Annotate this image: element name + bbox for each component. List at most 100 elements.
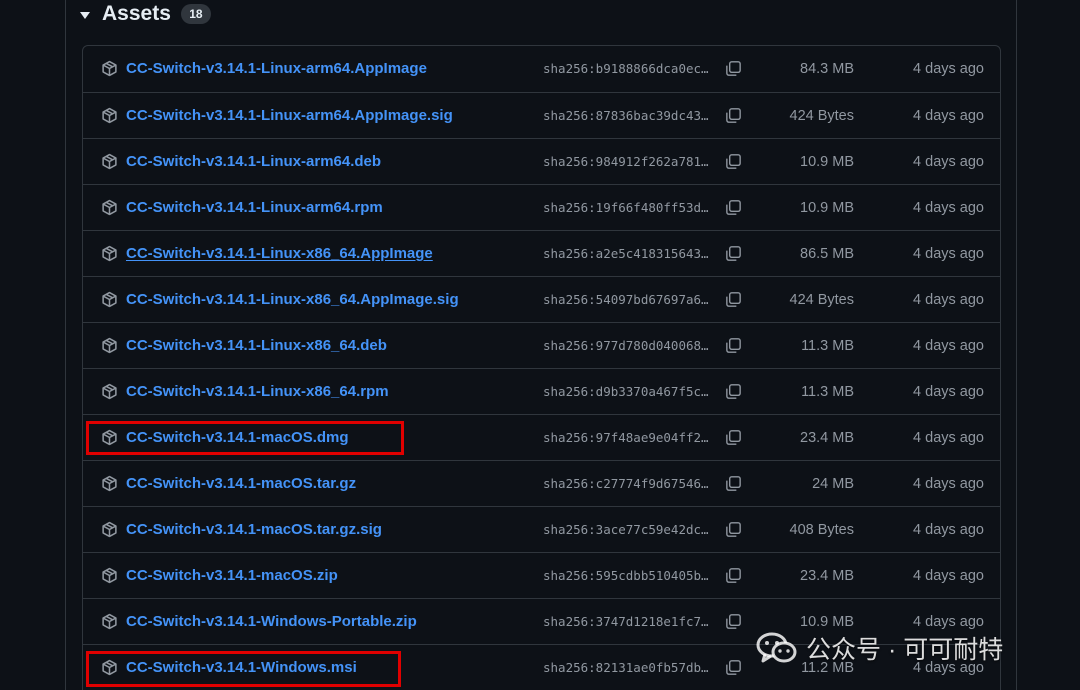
asset-date: 4 days ago <box>913 430 984 446</box>
asset-size: 24 MB <box>812 476 854 492</box>
asset-date: 4 days ago <box>913 338 984 354</box>
asset-date: 4 days ago <box>913 476 984 492</box>
copy-icon[interactable] <box>724 474 743 493</box>
github-release-assets-page: Assets 18 CC-Switch-v3.14.1-Linux-arm64.… <box>0 0 1080 690</box>
copy-icon[interactable] <box>724 658 743 677</box>
asset-sha256: sha256:977d780d040068… <box>543 338 709 353</box>
package-icon <box>101 60 118 77</box>
asset-download-link[interactable]: CC-Switch-v3.14.1-Linux-arm64.AppImage <box>126 59 427 79</box>
asset-sha256: sha256:82131ae0fb57db… <box>543 660 709 675</box>
asset-download-link[interactable]: CC-Switch-v3.14.1-macOS.dmg <box>126 428 349 448</box>
asset-download-link[interactable]: CC-Switch-v3.14.1-Linux-arm64.deb <box>126 152 381 172</box>
asset-download-link[interactable]: CC-Switch-v3.14.1-Linux-x86_64.rpm <box>126 382 389 402</box>
package-icon <box>101 291 118 308</box>
asset-download-link[interactable]: CC-Switch-v3.14.1-Windows.msi <box>126 658 357 678</box>
asset-download-link[interactable]: CC-Switch-v3.14.1-Linux-arm64.rpm <box>126 198 383 218</box>
copy-icon[interactable] <box>724 428 743 447</box>
asset-sha256: sha256:595cdbb510405b… <box>543 568 709 583</box>
asset-row: CC-Switch-v3.14.1-Linux-x86_64.AppImage … <box>83 230 1000 276</box>
copy-icon[interactable] <box>724 520 743 539</box>
asset-row: CC-Switch-v3.14.1-Linux-arm64.AppImage.s… <box>83 92 1000 138</box>
assets-header[interactable]: Assets 18 <box>80 0 211 28</box>
asset-sha256: sha256:3747d1218e1fc7… <box>543 614 709 629</box>
asset-download-link[interactable]: CC-Switch-v3.14.1-Linux-x86_64.deb <box>126 336 387 356</box>
copy-icon[interactable] <box>724 290 743 309</box>
copy-icon[interactable] <box>724 59 743 78</box>
asset-sha256: sha256:984912f262a781… <box>543 154 709 169</box>
wechat-icon <box>756 632 797 663</box>
asset-size: 11.3 MB <box>801 384 854 400</box>
copy-icon[interactable] <box>724 336 743 355</box>
package-icon <box>101 199 118 216</box>
asset-row: CC-Switch-v3.14.1-macOS.tar.gz sha256:c2… <box>83 460 1000 506</box>
asset-row: CC-Switch-v3.14.1-macOS.dmg sha256:97f48… <box>83 414 1000 460</box>
asset-date: 4 days ago <box>913 108 984 124</box>
copy-icon[interactable] <box>724 382 743 401</box>
asset-row: CC-Switch-v3.14.1-Linux-arm64.rpm sha256… <box>83 184 1000 230</box>
asset-date: 4 days ago <box>913 61 984 77</box>
package-icon <box>101 521 118 538</box>
copy-icon[interactable] <box>724 244 743 263</box>
asset-date: 4 days ago <box>913 522 984 538</box>
copy-icon[interactable] <box>724 612 743 631</box>
package-icon <box>101 659 118 676</box>
asset-download-link[interactable]: CC-Switch-v3.14.1-macOS.zip <box>126 566 338 586</box>
asset-row: CC-Switch-v3.14.1-Linux-x86_64.deb sha25… <box>83 322 1000 368</box>
asset-size: 23.4 MB <box>800 568 854 584</box>
asset-size: 11.3 MB <box>801 338 854 354</box>
asset-sha256: sha256:3ace77c59e42dc… <box>543 522 709 537</box>
package-icon <box>101 383 118 400</box>
chevron-down-icon[interactable] <box>80 11 90 19</box>
asset-download-link[interactable]: CC-Switch-v3.14.1-macOS.tar.gz.sig <box>126 520 382 540</box>
asset-download-link[interactable]: CC-Switch-v3.14.1-Windows-Portable.zip <box>126 612 417 632</box>
asset-date: 4 days ago <box>913 246 984 262</box>
package-icon <box>101 475 118 492</box>
asset-sha256: sha256:a2e5c418315643… <box>543 246 709 261</box>
asset-row: CC-Switch-v3.14.1-Linux-x86_64.AppImage.… <box>83 276 1000 322</box>
asset-sha256: sha256:d9b3370a467f5c… <box>543 384 709 399</box>
asset-download-link[interactable]: CC-Switch-v3.14.1-Linux-arm64.AppImage.s… <box>126 106 453 126</box>
asset-row: CC-Switch-v3.14.1-Linux-arm64.AppImage s… <box>83 46 1000 92</box>
asset-date: 4 days ago <box>913 384 984 400</box>
package-icon <box>101 107 118 124</box>
asset-date: 4 days ago <box>913 200 984 216</box>
asset-download-link[interactable]: CC-Switch-v3.14.1-Linux-x86_64.AppImage.… <box>126 290 459 310</box>
copy-icon[interactable] <box>724 106 743 125</box>
asset-date: 4 days ago <box>913 568 984 584</box>
asset-download-link[interactable]: CC-Switch-v3.14.1-Linux-x86_64.AppImage <box>126 244 433 264</box>
copy-icon[interactable] <box>724 566 743 585</box>
assets-title: Assets <box>102 2 171 25</box>
asset-size: 86.5 MB <box>800 246 854 262</box>
asset-row: CC-Switch-v3.14.1-macOS.zip sha256:595cd… <box>83 552 1000 598</box>
assets-table: CC-Switch-v3.14.1-Linux-arm64.AppImage s… <box>82 45 1001 690</box>
asset-size: 23.4 MB <box>800 430 854 446</box>
package-icon <box>101 337 118 354</box>
asset-download-link[interactable]: CC-Switch-v3.14.1-macOS.tar.gz <box>126 474 356 494</box>
asset-sha256: sha256:54097bd67697a6… <box>543 292 709 307</box>
asset-size: 424 Bytes <box>789 108 855 124</box>
asset-sha256: sha256:87836bac39dc43… <box>543 108 709 123</box>
asset-row: CC-Switch-v3.14.1-Linux-arm64.deb sha256… <box>83 138 1000 184</box>
asset-date: 4 days ago <box>913 154 984 170</box>
copy-icon[interactable] <box>724 198 743 217</box>
package-icon <box>101 153 118 170</box>
asset-size: 424 Bytes <box>789 292 855 308</box>
copy-icon[interactable] <box>724 152 743 171</box>
asset-size: 84.3 MB <box>800 61 854 77</box>
asset-size: 408 Bytes <box>789 522 855 538</box>
asset-row: CC-Switch-v3.14.1-macOS.tar.gz.sig sha25… <box>83 506 1000 552</box>
package-icon <box>101 429 118 446</box>
asset-size: 10.9 MB <box>800 154 854 170</box>
asset-sha256: sha256:c27774f9d67546… <box>543 476 709 491</box>
watermark: 公众号 · 可可耐特 <box>756 628 1003 668</box>
asset-sha256: sha256:19f66f480ff53d… <box>543 200 709 215</box>
asset-size: 10.9 MB <box>800 200 854 216</box>
package-icon <box>101 613 118 630</box>
package-icon <box>101 245 118 262</box>
asset-date: 4 days ago <box>913 292 984 308</box>
asset-sha256: sha256:97f48ae9e04ff2… <box>543 430 709 445</box>
watermark-text: 公众号 · 可可耐特 <box>806 636 1004 664</box>
asset-row: CC-Switch-v3.14.1-Linux-x86_64.rpm sha25… <box>83 368 1000 414</box>
package-icon <box>101 567 118 584</box>
assets-count-badge: 18 <box>180 4 211 24</box>
